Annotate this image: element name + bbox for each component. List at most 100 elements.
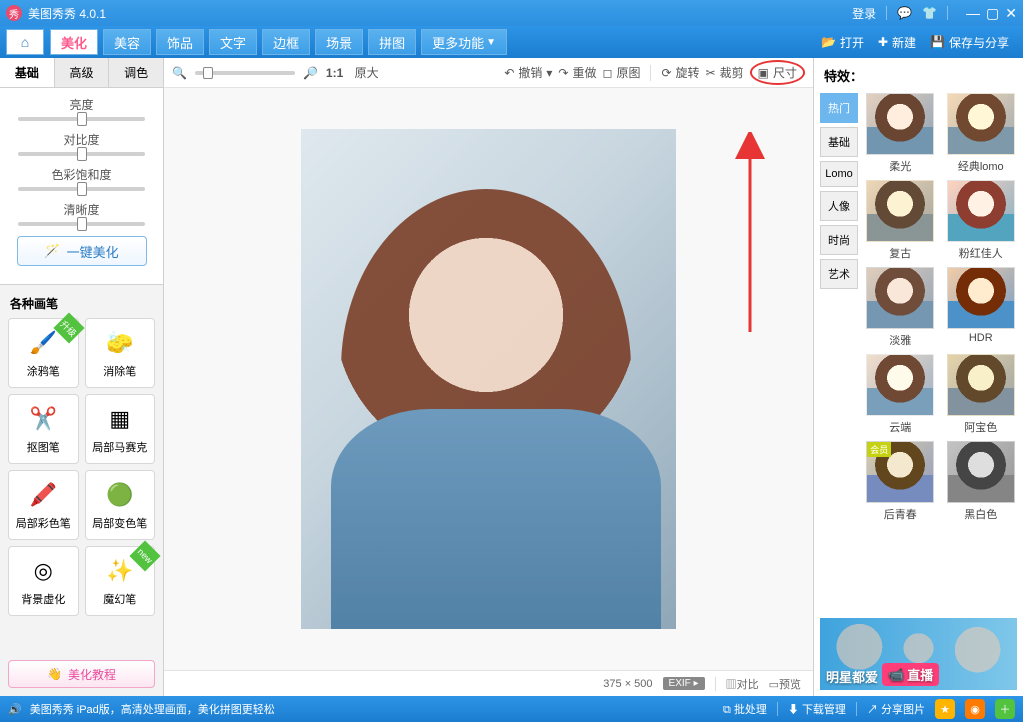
- rotate-button[interactable]: ⟳旋转: [661, 64, 699, 81]
- undo-button[interactable]: ↶撤销▾: [504, 64, 552, 81]
- effect-thumb: [947, 180, 1015, 242]
- size-button[interactable]: ▣尺寸: [750, 60, 805, 85]
- tab-text[interactable]: 文字: [209, 29, 257, 55]
- promo-banner[interactable]: 明星都爱 📹直播: [820, 618, 1017, 690]
- brightness-label: 亮度: [12, 96, 151, 113]
- skin-icon[interactable]: 👕: [922, 6, 937, 20]
- zoom-slider[interactable]: [195, 71, 295, 75]
- tutorial-button[interactable]: 👋美化教程: [8, 660, 155, 688]
- oneclick-beautify-button[interactable]: 🪄一键美化: [17, 236, 147, 266]
- home-button[interactable]: ⌂: [6, 29, 44, 55]
- new-button[interactable]: ✚新建: [878, 34, 916, 51]
- effect-cat-2[interactable]: Lomo: [820, 161, 858, 187]
- subtab-advanced[interactable]: 高级: [55, 58, 110, 87]
- brush-1[interactable]: 🧽消除笔: [85, 318, 156, 388]
- effect-item-0[interactable]: 柔光: [864, 93, 937, 174]
- open-button[interactable]: 📂打开: [821, 34, 864, 51]
- brush-icon: 🖌️: [27, 327, 59, 359]
- saturation-slider[interactable]: [18, 187, 145, 191]
- effect-item-2[interactable]: 复古: [864, 180, 937, 261]
- brush-section-title: 各种画笔: [10, 295, 153, 312]
- weibo-icon[interactable]: ◉: [965, 699, 985, 719]
- batch-button[interactable]: ⧉ 批处理: [723, 701, 767, 717]
- brush-icon: ◎: [27, 555, 59, 587]
- original-image-button[interactable]: ◻原图: [603, 64, 641, 81]
- brush-label: 魔幻笔: [103, 591, 136, 607]
- tab-beautify[interactable]: 美化: [50, 29, 98, 55]
- effect-cat-0[interactable]: 热门: [820, 93, 858, 123]
- subtab-color[interactable]: 调色: [109, 58, 163, 87]
- brush-label: 涂鸦笔: [27, 363, 60, 379]
- divider: [886, 6, 887, 20]
- exif-button[interactable]: EXIF ▸: [663, 677, 705, 690]
- preview-button[interactable]: ▭预览: [769, 676, 801, 692]
- effects-title: 特效：: [814, 58, 1023, 93]
- effect-cat-3[interactable]: 人像: [820, 191, 858, 221]
- effect-cat-5[interactable]: 艺术: [820, 259, 858, 289]
- redo-button[interactable]: ↷重做: [558, 64, 596, 81]
- save-share-button[interactable]: 💾保存与分享: [930, 34, 1009, 51]
- left-panel: 基础 高级 调色 亮度 对比度 色彩饱和度 清晰度 🪄一键美化 各种画笔 升级🖌…: [0, 58, 164, 696]
- effect-label: 柔光: [889, 158, 911, 174]
- brush-4[interactable]: 🖍️局部彩色笔: [8, 470, 79, 540]
- brush-7[interactable]: new✨魔幻笔: [85, 546, 156, 616]
- effect-item-4[interactable]: 淡雅: [864, 267, 937, 348]
- maximize-button[interactable]: ▢: [986, 5, 999, 22]
- zoom-out-icon[interactable]: 🔍: [172, 66, 187, 80]
- folder-icon: 📂: [821, 35, 836, 49]
- minimize-button[interactable]: —: [966, 5, 980, 22]
- bottom-tip[interactable]: 美图秀秀 iPad版，高清处理画面，美化拼图更轻松: [30, 701, 275, 717]
- zoom-100-button[interactable]: 1:1 原大: [326, 64, 379, 81]
- tab-collage[interactable]: 拼图: [368, 29, 416, 55]
- tab-frame[interactable]: 边框: [262, 29, 310, 55]
- login-link[interactable]: 登录: [852, 5, 876, 22]
- effect-item-6[interactable]: 云端: [864, 354, 937, 435]
- messages-icon[interactable]: 💬: [897, 6, 912, 20]
- tab-scene[interactable]: 场景: [315, 29, 363, 55]
- compare-button[interactable]: ▥对比: [726, 676, 759, 692]
- download-mgr-button[interactable]: ⬇ 下载管理: [788, 701, 846, 717]
- tab-more[interactable]: 更多功能▼: [421, 29, 507, 55]
- effect-item-3[interactable]: 粉红佳人: [945, 180, 1018, 261]
- effect-item-1[interactable]: 经典lomo: [945, 93, 1018, 174]
- zoom-in-icon[interactable]: 🔎: [303, 66, 318, 80]
- effect-thumb: [947, 354, 1015, 416]
- canvas-viewport[interactable]: [164, 88, 813, 670]
- effect-label: 粉红佳人: [959, 245, 1003, 261]
- tab-beauty[interactable]: 美容: [103, 29, 151, 55]
- effect-thumb: [866, 93, 934, 155]
- effect-cat-1[interactable]: 基础: [820, 127, 858, 157]
- effect-item-8[interactable]: 会员后青春: [864, 441, 937, 522]
- brush-2[interactable]: ✂️抠图笔: [8, 394, 79, 464]
- hand-icon: 👋: [47, 667, 62, 681]
- brush-icon: 🟢: [104, 479, 136, 511]
- brightness-slider[interactable]: [18, 117, 145, 121]
- effect-item-9[interactable]: 黑白色: [945, 441, 1018, 522]
- title-bar: 秀 美图秀秀 4.0.1 登录 💬 👕 — ▢ ✕: [0, 0, 1023, 26]
- star-icon[interactable]: ★: [935, 699, 955, 719]
- effect-item-5[interactable]: HDR: [945, 267, 1018, 348]
- canvas-status-bar: 375 × 500 EXIF ▸ ▥对比 ▭预览: [164, 670, 813, 696]
- brush-5[interactable]: 🟢局部变色笔: [85, 470, 156, 540]
- contrast-slider[interactable]: [18, 152, 145, 156]
- close-button[interactable]: ✕: [1005, 5, 1017, 22]
- image-dimensions: 375 × 500: [603, 678, 652, 690]
- effect-label: 复古: [889, 245, 911, 261]
- brush-0[interactable]: 升级🖌️涂鸦笔: [8, 318, 79, 388]
- brush-6[interactable]: ◎背景虚化: [8, 546, 79, 616]
- effect-thumb: [947, 441, 1015, 503]
- subtab-basic[interactable]: 基础: [0, 58, 55, 87]
- tab-ornaments[interactable]: 饰品: [156, 29, 204, 55]
- effect-thumb: [866, 354, 934, 416]
- sharpness-slider[interactable]: [18, 222, 145, 226]
- canvas-toolbar: 🔍 🔎 1:1 原大 ↶撤销▾ ↷重做 ◻原图 ⟳旋转 ✂裁剪 ▣尺寸: [164, 58, 813, 88]
- effect-item-7[interactable]: 阿宝色: [945, 354, 1018, 435]
- effect-label: 后青春: [884, 506, 917, 522]
- effect-cat-4[interactable]: 时尚: [820, 225, 858, 255]
- share-button[interactable]: ↗ 分享图片: [867, 701, 925, 717]
- crop-button[interactable]: ✂裁剪: [706, 64, 744, 81]
- brush-label: 抠图笔: [27, 439, 60, 455]
- add-icon[interactable]: ＋: [995, 699, 1015, 719]
- effect-thumb: 会员: [866, 441, 934, 503]
- brush-3[interactable]: ▦局部马赛克: [85, 394, 156, 464]
